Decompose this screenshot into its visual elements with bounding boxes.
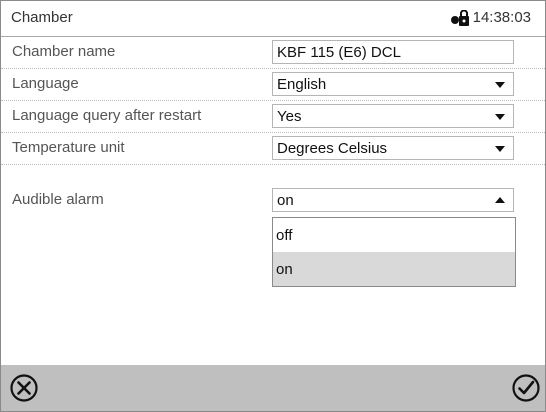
temperature-unit-value: Degrees Celsius <box>277 140 388 157</box>
chamber-name-value: KBF 115 (E6) DCL <box>277 44 401 61</box>
audible-alarm-value: on <box>277 192 294 209</box>
lock-icon <box>450 9 469 26</box>
confirm-check-icon[interactable] <box>511 373 541 403</box>
language-select[interactable]: English <box>272 72 514 96</box>
cancel-icon[interactable] <box>9 373 39 403</box>
status-clock: 14:38:03 <box>450 9 531 26</box>
chevron-down-icon <box>495 82 505 88</box>
dropdown-option-label: off <box>276 227 293 244</box>
row-language: Language English <box>1 69 545 101</box>
audible-alarm-dropdown: off on <box>272 217 516 287</box>
dropdown-option-on[interactable]: on <box>273 252 515 286</box>
row-language-query: Language query after restart Yes <box>1 101 545 133</box>
clock-time: 14:38:03 <box>472 9 531 26</box>
chamber-name-label: Chamber name <box>12 43 116 60</box>
language-query-select[interactable]: Yes <box>272 104 514 128</box>
chamber-name-field[interactable]: KBF 115 (E6) DCL <box>272 40 514 64</box>
chevron-up-icon <box>495 197 505 203</box>
page-title: Chamber <box>11 9 73 26</box>
language-query-value: Yes <box>277 108 302 125</box>
footer-bar <box>1 365 545 411</box>
row-temperature-unit: Temperature unit Degrees Celsius <box>1 133 545 165</box>
temperature-unit-label: Temperature unit <box>12 139 125 156</box>
language-value: English <box>277 76 327 93</box>
temperature-unit-select[interactable]: Degrees Celsius <box>272 136 514 160</box>
language-query-label: Language query after restart <box>12 107 202 124</box>
audible-alarm-select[interactable]: on <box>272 188 514 212</box>
chamber-settings-window: Chamber 14:38:03 Chamber name KBF 115 (E… <box>0 0 546 412</box>
row-audible-alarm: Audible alarm on <box>1 185 545 216</box>
chevron-down-icon <box>495 146 505 152</box>
chevron-down-icon <box>495 114 505 120</box>
header-bar: Chamber 14:38:03 <box>1 1 545 37</box>
language-label: Language <box>12 75 79 92</box>
dropdown-option-label: on <box>276 261 293 278</box>
row-chamber-name: Chamber name KBF 115 (E6) DCL <box>1 37 545 69</box>
dropdown-option-off[interactable]: off <box>273 218 515 252</box>
audible-alarm-label: Audible alarm <box>12 191 104 208</box>
